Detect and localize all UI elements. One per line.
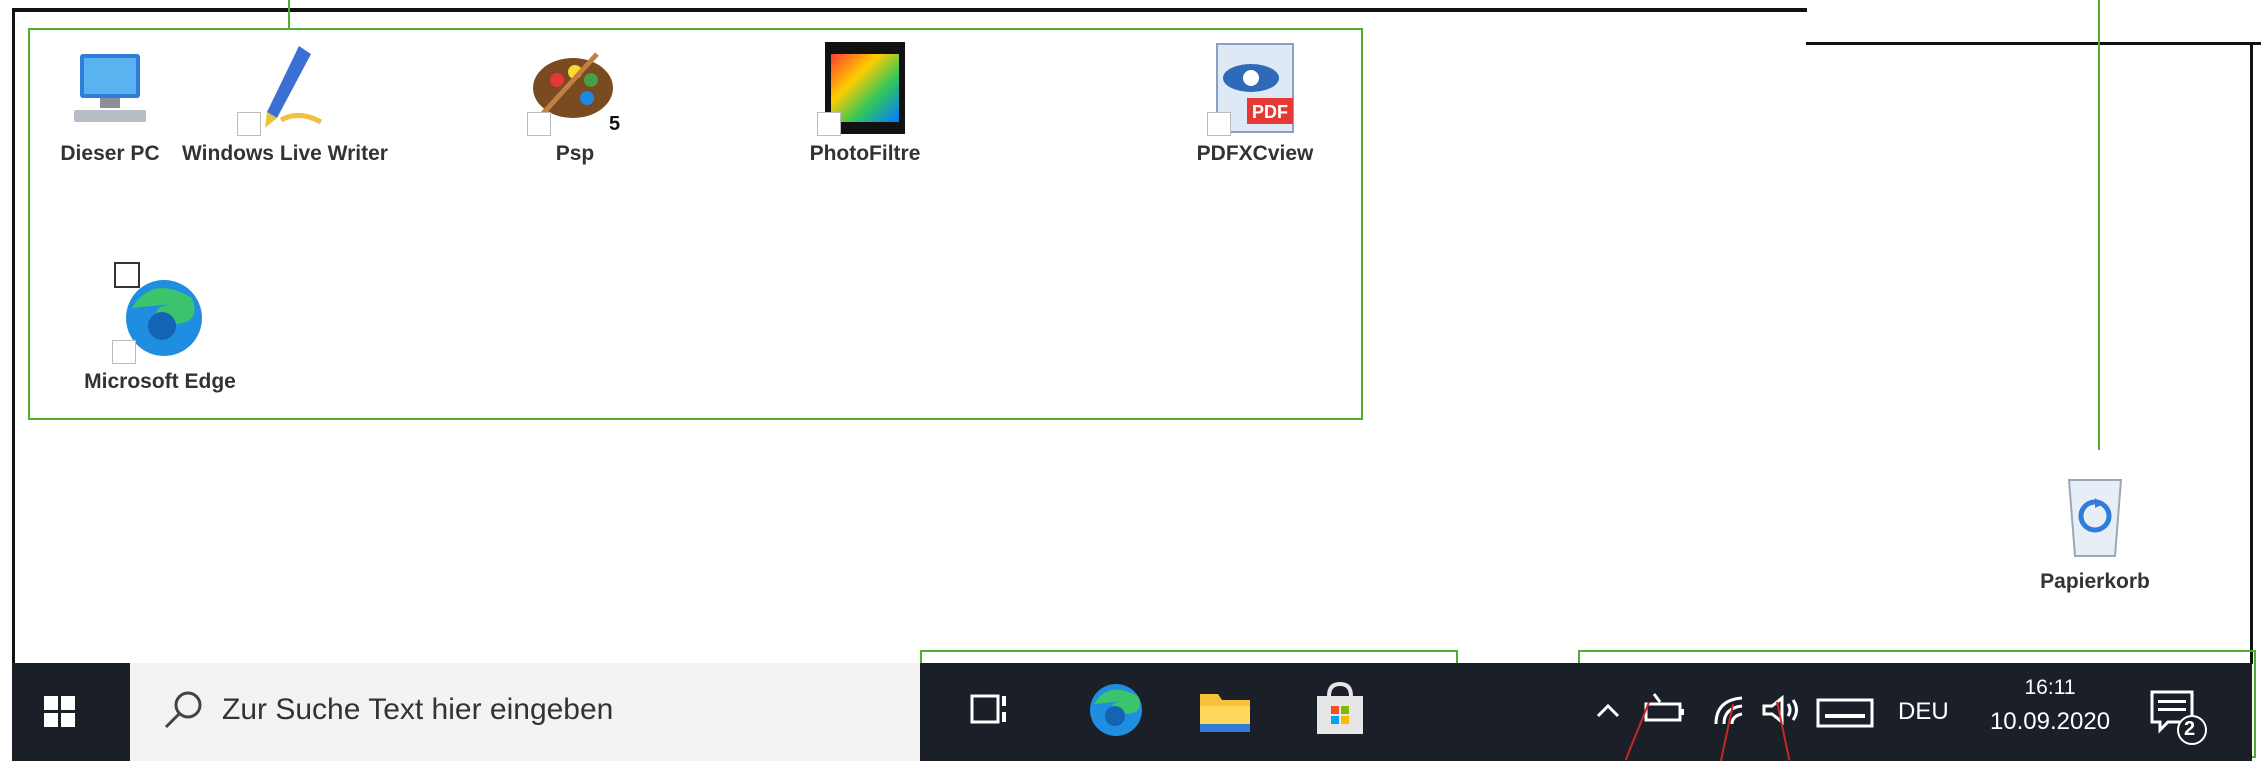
action-center-button[interactable]: 2 [2142,680,2212,750]
chevron-up-icon [1596,703,1620,718]
shortcut-arrow-icon [237,112,261,136]
start-button[interactable] [30,682,90,742]
desktop-icon-pdfxcview[interactable]: PDF PDFXCview [1145,40,1365,166]
taskbar-edge-button[interactable] [1080,674,1150,744]
input-language[interactable]: DEU [1898,698,1949,726]
file-explorer-icon [1200,694,1250,732]
desktop-icon-label: PDFXCview [1196,142,1314,165]
keyboard-icon [1816,698,1874,728]
desktop-icon-psp[interactable]: 5 Psp [465,40,685,166]
desktop-icon-label: Microsoft Edge [84,370,236,393]
pdf-eye-icon: PDF [1207,40,1303,136]
desktop-icon-windows-live-writer[interactable]: Windows Live Writer [175,40,395,166]
film-icon [817,40,913,136]
search-box[interactable]: Zur Suche Text hier eingeben [130,663,920,761]
shortcut-arrow-icon [527,112,551,136]
search-icon [164,691,202,729]
desktop-icon-photofiltre[interactable]: PhotoFiltre [755,40,975,166]
windows-logo-icon [44,696,75,727]
desktop-icon-label: Psp [555,142,595,165]
callout-line-icons [288,0,290,28]
desktop-icon-papierkorb[interactable]: Papierkorb [1985,468,2205,594]
desktop-icon-label: Papierkorb [2040,570,2150,593]
store-icon [1317,681,1363,734]
battery-icon [1644,693,1684,722]
edge-icon [112,262,208,364]
pen-icon [237,40,333,136]
desktop-icon-microsoft-edge[interactable]: Microsoft Edge [50,262,270,394]
svg-text:PDF: PDF [1252,102,1288,122]
touch-keyboard-button[interactable] [1815,694,1875,730]
clock-time: 16:11 [2024,676,2076,699]
computer-icon [62,40,158,136]
shortcut-arrow-icon [817,112,841,136]
shortcut-arrow-icon [1207,112,1231,136]
show-hidden-icons-button[interactable] [1592,690,1624,730]
checkbox-icon[interactable] [114,262,140,288]
svg-text:5: 5 [609,113,620,135]
recycle-bin-icon [2047,468,2143,564]
battery-status[interactable] [1640,690,1690,730]
palette-icon: 5 [527,40,623,136]
desktop-icon-label: Windows Live Writer [182,142,388,165]
task-view-icon [970,694,1006,724]
notification-count: 2 [2184,718,2196,740]
desktop-frame-right [2250,42,2253,664]
callout-line-recycle [2098,0,2100,450]
clock-date: 10.09.2020 [1989,708,2111,735]
shortcut-arrow-icon [112,340,136,364]
desktop-frame-top [12,8,1807,12]
clock[interactable]: 16:11 10.09.2020 [1975,676,2125,736]
store-button[interactable] [1305,674,1375,744]
search-input[interactable]: Zur Suche Text hier eingeben [222,693,613,727]
desktop-icon-label: PhotoFiltre [809,142,921,165]
notification-icon [2150,690,2207,745]
desktop-frame-top-right [1806,42,2261,45]
file-explorer-button[interactable] [1190,676,1260,746]
edge-icon [1090,684,1142,736]
task-view-button[interactable] [960,680,1020,740]
